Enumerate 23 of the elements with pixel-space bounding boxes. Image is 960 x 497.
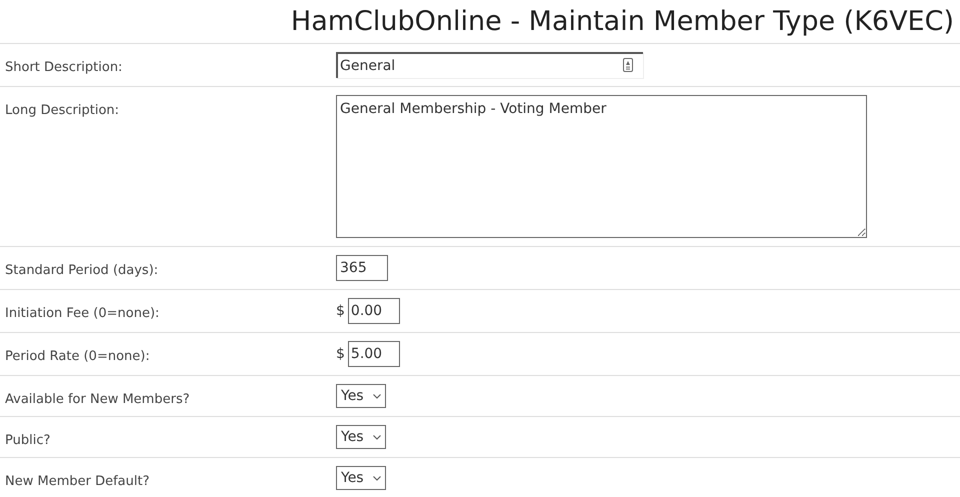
number-field[interactable]: 365: [336, 255, 388, 281]
field-label: New Member Default?: [5, 474, 150, 489]
field-label: Initiation Fee (0=none):: [5, 306, 160, 321]
currency-symbol: $: [336, 302, 345, 320]
amount-field[interactable]: 5.00: [348, 341, 400, 367]
contact-card-icon: [623, 58, 633, 72]
field-label: Standard Period (days):: [5, 263, 158, 278]
field-label: Public?: [5, 433, 50, 448]
yes-no-dropdown[interactable]: Yes: [336, 425, 386, 449]
chevron-down-icon: [373, 394, 381, 398]
text-field[interactable]: General: [336, 52, 643, 78]
field-label: Period Rate (0=none):: [5, 349, 150, 364]
field-label: Long Description:: [5, 103, 120, 118]
field-label: Available for New Members?: [5, 392, 190, 407]
field-label: Short Description:: [5, 60, 122, 75]
amount-field[interactable]: 0.00: [348, 298, 400, 324]
chevron-down-icon: [373, 434, 381, 440]
currency-symbol: $: [336, 344, 345, 364]
yes-no-dropdown[interactable]: Yes: [336, 466, 386, 490]
description-textarea[interactable]: General Membership - Voting Member: [336, 95, 867, 238]
chevron-down-icon: [373, 476, 381, 480]
yes-no-dropdown[interactable]: Yes: [336, 384, 386, 408]
page-title: HamClubOnline - Maintain Member Type (K6VEC): [290, 8, 954, 35]
